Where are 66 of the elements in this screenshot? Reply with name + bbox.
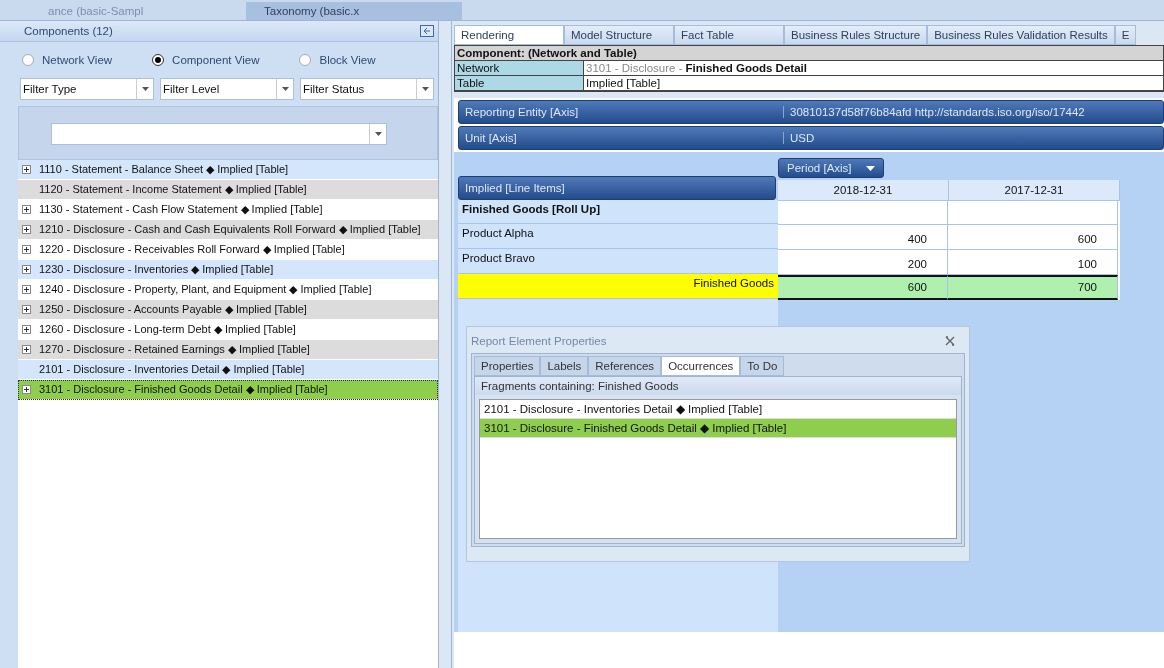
view-radio[interactable]: Block View xyxy=(299,54,376,66)
view-tab[interactable]: Rendering xyxy=(454,25,564,45)
close-icon[interactable] xyxy=(945,336,955,346)
table-value: Implied [Table] xyxy=(585,76,662,90)
expand-icon[interactable] xyxy=(22,325,31,334)
row-label: Product Bravo xyxy=(458,249,778,274)
component-item[interactable]: 1270 - Disclosure - Retained Earnings ◆ Implied [Table] xyxy=(18,340,438,360)
view-radio[interactable]: Component View xyxy=(152,54,260,66)
dialog-tab[interactable]: References xyxy=(588,356,662,376)
pin-icon[interactable] xyxy=(420,25,434,37)
document-tab[interactable]: Taxonomy (basic.x xyxy=(246,2,462,20)
component-item[interactable]: 1120 - Statement - Income Statement ◆ Implied [Table] xyxy=(18,180,438,200)
expand-icon[interactable] xyxy=(22,205,31,214)
dialog-tab[interactable]: Properties xyxy=(474,356,541,376)
row-label: Product Alpha xyxy=(458,224,778,249)
view-radio[interactable]: Network View xyxy=(22,54,113,66)
expand-icon[interactable] xyxy=(22,165,31,174)
dialog-tab[interactable]: To Do xyxy=(740,356,785,376)
view-tab[interactable]: Business Rules Structure xyxy=(784,25,928,45)
view-tab[interactable]: Fact Table xyxy=(674,25,784,45)
table-cell: 600 xyxy=(778,275,948,300)
component-heading: Component: (Network and Table) xyxy=(455,46,1163,61)
row-label: Finished Goods xyxy=(458,274,778,299)
component-item[interactable]: 1110 - Statement - Balance Sheet ◆ Implied [Table] xyxy=(18,160,438,180)
table-cell: 700 xyxy=(948,275,1118,300)
component-item[interactable]: 1210 - Disclosure - Cash and Cash Equivalents Roll Forward ◆ Implied [Table] xyxy=(18,220,438,240)
caret-icon xyxy=(865,165,875,171)
period-axis-button[interactable]: Period [Axis] xyxy=(778,158,884,178)
line-items-button[interactable]: Implied [Line Items] xyxy=(458,176,776,200)
view-tab[interactable]: E xyxy=(1114,25,1137,45)
filter-dropdown[interactable]: Filter Type xyxy=(20,78,154,100)
component-item[interactable]: 1250 - Disclosure - Accounts Payable ◆ Implied [Table] xyxy=(18,300,438,320)
caret-icon xyxy=(421,87,429,91)
row-label: Finished Goods [Roll Up] xyxy=(458,200,778,224)
expand-icon[interactable] xyxy=(22,245,31,254)
fragments-caption: Fragments containing: Finished Goods xyxy=(475,377,961,395)
component-item[interactable]: 2101 - Disclosure - Inventories Detail ◆ Implied [Table] xyxy=(18,360,438,380)
axis-value: USD xyxy=(789,132,815,144)
expand-icon[interactable] xyxy=(22,265,31,274)
component-item[interactable]: 1230 - Disclosure - Inventories ◆ Implied [Table] xyxy=(18,260,438,280)
caret-icon xyxy=(374,132,382,136)
network-value: 3101 - Disclosure - Finished Goods Detail xyxy=(585,61,808,75)
filter-dropdown[interactable]: Filter Level xyxy=(160,78,294,100)
expand-icon[interactable] xyxy=(22,285,31,294)
expand-icon[interactable] xyxy=(22,225,31,234)
view-tab[interactable]: Business Rules Validation Results xyxy=(927,25,1115,45)
axis-name: Reporting Entity [Axis] xyxy=(459,106,784,118)
caret-icon xyxy=(281,87,289,91)
expand-icon[interactable] xyxy=(22,345,31,354)
table-label: Table xyxy=(455,76,584,90)
dialog-tab[interactable]: Labels xyxy=(540,356,589,376)
dialog-tab[interactable]: Occurrences xyxy=(661,356,741,376)
axis-bar[interactable]: Reporting Entity [Axis] 30810137d58f76b84afd http://standards.iso.org/iso/17442 xyxy=(458,100,1164,124)
filter-dropdown[interactable]: Filter Status xyxy=(300,78,434,100)
network-label: Network xyxy=(455,61,584,75)
axis-bar[interactable]: Unit [Axis] USD xyxy=(458,126,1164,150)
fragment-item[interactable]: 3101 - Disclosure - Finished Goods Detail ◆ Implied [Table] xyxy=(480,419,956,438)
caret-icon xyxy=(141,87,149,91)
component-item[interactable]: 3101 - Disclosure - Finished Goods Detail ◆ Implied [Table] xyxy=(18,380,438,400)
panel-title: Components (12) xyxy=(24,25,113,37)
axis-value: 30810137d58f76b84afd http://standards.iso.org/iso/17442 xyxy=(789,106,1085,118)
view-tab[interactable]: Model Structure xyxy=(564,25,674,45)
axis-name: Unit [Axis] xyxy=(459,132,784,144)
dialog-title: Report Element Properties xyxy=(471,335,607,347)
expand-icon[interactable] xyxy=(22,385,31,394)
expand-icon[interactable] xyxy=(22,305,31,314)
